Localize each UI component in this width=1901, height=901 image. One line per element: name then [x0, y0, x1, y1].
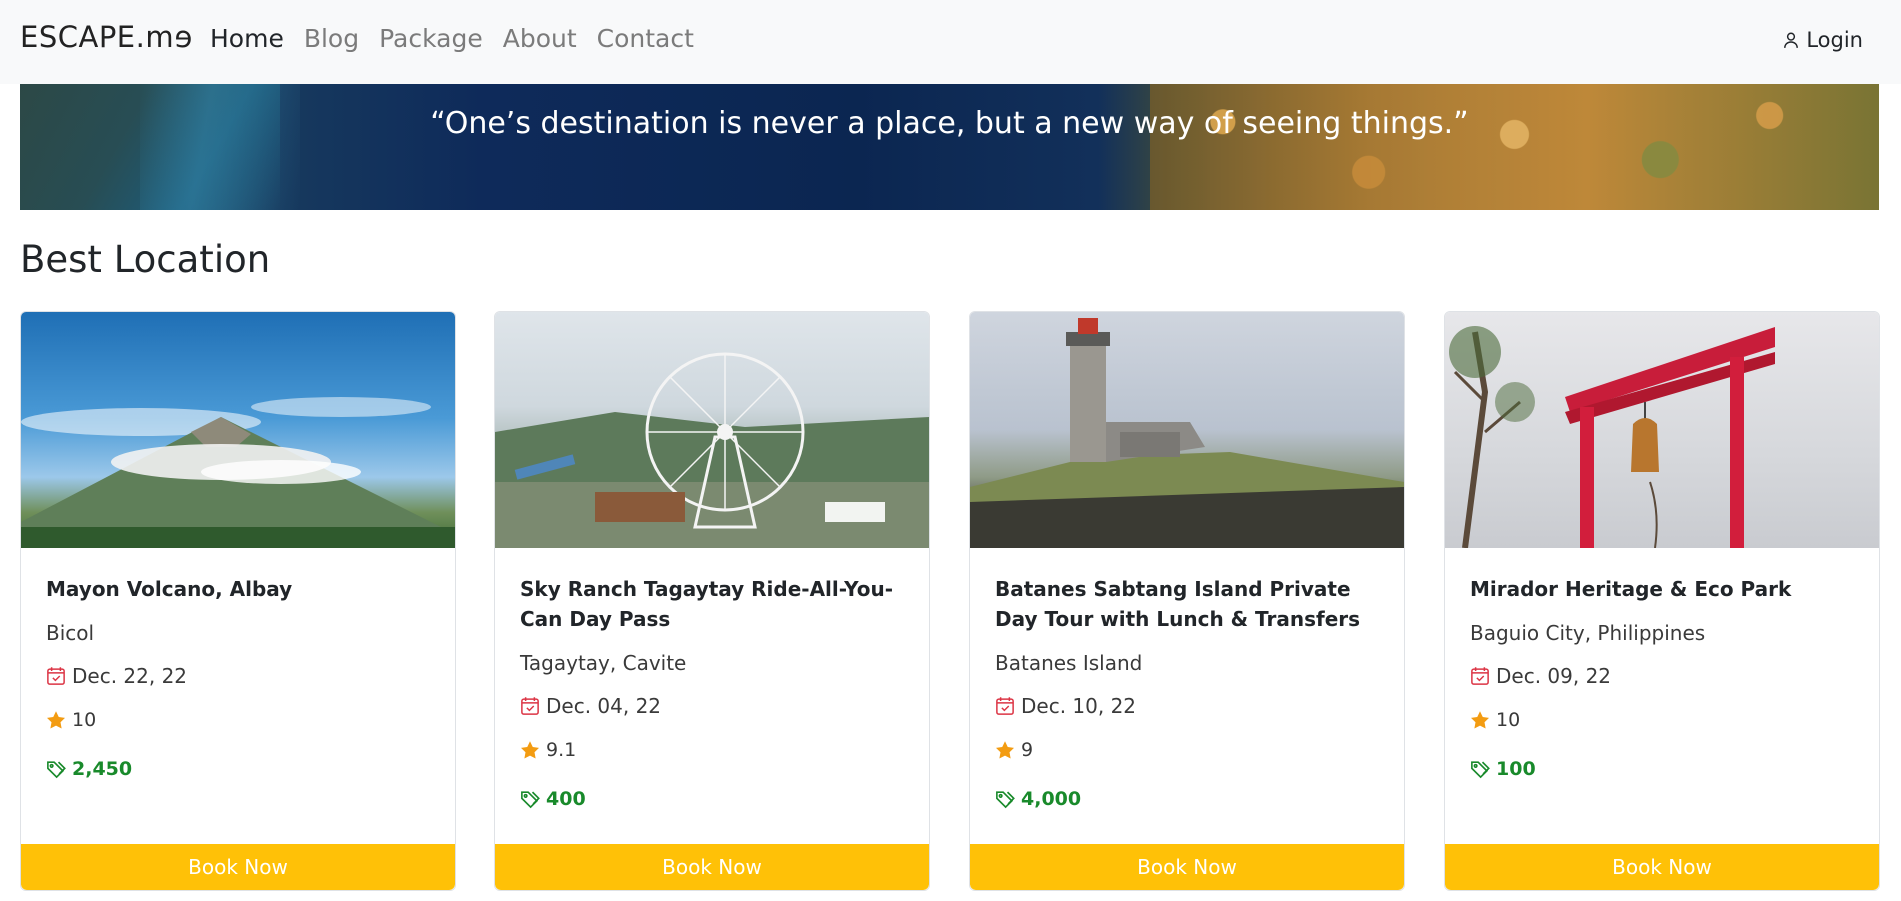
login-label: Login — [1806, 28, 1863, 52]
card-date-text: Dec. 09, 22 — [1496, 664, 1612, 688]
book-now-button[interactable]: Book Now — [495, 844, 929, 890]
card-title[interactable]: Mirador Heritage & Eco Park — [1470, 574, 1860, 604]
price-tag-icon — [996, 791, 1015, 809]
card-location: Bicol — [46, 621, 95, 645]
nav-link-home[interactable]: Home — [210, 24, 284, 53]
login-link[interactable]: Login — [1782, 28, 1863, 52]
brand-text-tail: e — [174, 20, 193, 54]
card-location: Tagaytay, Cavite — [520, 651, 687, 675]
card-date: Dec. 09, 22 — [1470, 664, 1611, 688]
hero-forest-image — [1150, 84, 1879, 210]
nav-link-contact[interactable]: Contact — [597, 24, 694, 53]
card-title[interactable]: Batanes Sabtang Island Private Day Tour … — [995, 574, 1385, 634]
brand-text: ESCAPE.m — [20, 20, 175, 54]
card-rating: 9.1 — [520, 739, 576, 761]
card-image-mayon-volcano — [21, 312, 455, 548]
card-rating: 9 — [995, 739, 1033, 761]
book-now-button[interactable]: Book Now — [21, 844, 455, 890]
card-location: Batanes Island — [995, 651, 1143, 675]
card-rating-text: 10 — [1496, 709, 1521, 731]
hero-water-image — [140, 84, 300, 210]
mountain-illustration — [21, 397, 455, 548]
card-price: 2,450 — [46, 758, 132, 780]
star-icon — [521, 741, 539, 759]
card-price-text: 2,450 — [72, 758, 133, 780]
card-price-text: 400 — [546, 788, 586, 810]
location-card-mayon: Mayon Volcano, Albay Bicol Dec. 22, 22 1… — [20, 311, 456, 891]
price-tag-icon — [521, 791, 540, 809]
card-image-sky-ranch — [495, 312, 929, 548]
card-price: 400 — [520, 788, 586, 810]
ferris-wheel-illustration — [495, 352, 929, 548]
card-rating: 10 — [1470, 709, 1520, 731]
hero-quote: “One’s destination is never a place, but… — [430, 106, 1469, 141]
price-tag-icon — [1471, 761, 1490, 779]
book-now-button[interactable]: Book Now — [970, 844, 1404, 890]
navbar: ESCAPE.me Home Blog Package About Contac… — [0, 0, 1901, 84]
location-card-mirador: Mirador Heritage & Eco Park Baguio City,… — [1444, 311, 1880, 891]
person-icon — [1784, 32, 1799, 48]
star-icon — [996, 741, 1014, 759]
hero-banner: “One’s destination is never a place, but… — [20, 84, 1879, 210]
star-icon — [1471, 711, 1489, 729]
card-title[interactable]: Sky Ranch Tagaytay Ride-All-You-Can Day … — [520, 574, 910, 634]
calendar-icon — [996, 697, 1014, 715]
card-date-text: Dec. 22, 22 — [72, 664, 188, 688]
lighthouse-illustration — [970, 318, 1404, 548]
card-date: Dec. 04, 22 — [520, 694, 661, 718]
calendar-icon — [47, 667, 65, 685]
nav-link-package[interactable]: Package — [379, 24, 483, 53]
card-date: Dec. 10, 22 — [995, 694, 1136, 718]
torii-gate-illustration — [1449, 326, 1775, 548]
card-rating-text: 9 — [1021, 739, 1034, 761]
card-location: Baguio City, Philippines — [1470, 621, 1706, 645]
book-now-button[interactable]: Book Now — [1445, 844, 1879, 890]
card-rating-text: 9.1 — [546, 739, 577, 761]
location-card-sky-ranch: Sky Ranch Tagaytay Ride-All-You-Can Day … — [494, 311, 930, 891]
card-date-text: Dec. 10, 22 — [1021, 694, 1137, 718]
nav-links: Home Blog Package About Contact — [210, 24, 694, 53]
card-rating: 10 — [46, 709, 96, 731]
card-price-text: 4,000 — [1021, 788, 1082, 810]
card-price-text: 100 — [1496, 758, 1536, 780]
card-date-text: Dec. 04, 22 — [546, 694, 662, 718]
calendar-icon — [1471, 667, 1489, 685]
card-price: 100 — [1470, 758, 1536, 780]
brand-logo[interactable]: ESCAPE.me — [20, 20, 192, 54]
location-card-batanes: Batanes Sabtang Island Private Day Tour … — [969, 311, 1405, 891]
star-icon — [47, 711, 65, 729]
calendar-icon — [521, 697, 539, 715]
card-title[interactable]: Mayon Volcano, Albay — [46, 574, 436, 604]
card-price: 4,000 — [995, 788, 1081, 810]
card-date: Dec. 22, 22 — [46, 664, 187, 688]
card-image-mirador-torii — [1445, 312, 1879, 548]
card-image-batanes-lighthouse — [970, 312, 1404, 548]
nav-link-blog[interactable]: Blog — [304, 24, 359, 53]
nav-link-about[interactable]: About — [503, 24, 577, 53]
price-tag-icon — [47, 761, 66, 779]
section-title: Best Location — [20, 238, 271, 281]
card-rating-text: 10 — [72, 709, 97, 731]
